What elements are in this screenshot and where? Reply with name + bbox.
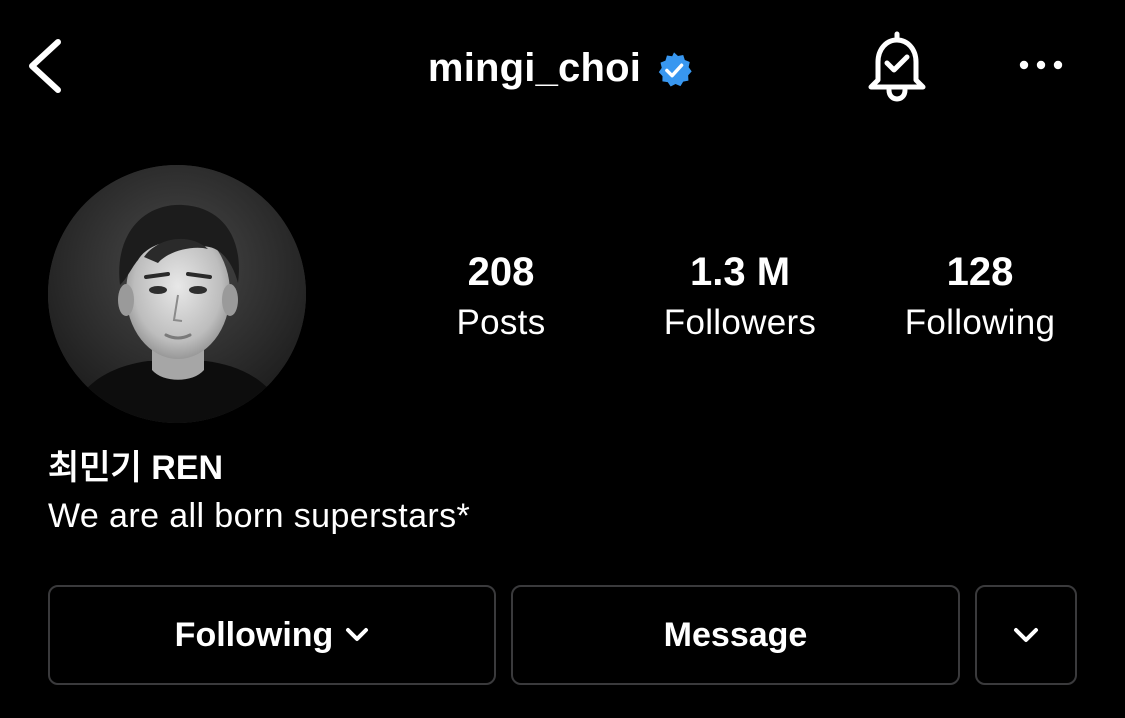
more-options-icon[interactable] — [1012, 50, 1072, 80]
followers-label: Followers — [663, 303, 817, 342]
following-count: 128 — [946, 250, 1014, 294]
posts-count: 208 — [467, 250, 535, 294]
bell-check-icon[interactable] — [864, 30, 930, 102]
stat-following[interactable]: 128 Following — [890, 246, 1070, 348]
chevron-down-icon — [1014, 628, 1038, 642]
profile-header: mingi_choi — [0, 0, 1125, 130]
chevron-down-icon — [346, 628, 369, 641]
verified-badge-icon — [658, 52, 692, 87]
avatar-photo — [48, 165, 306, 423]
following-button[interactable]: Following — [48, 585, 496, 685]
following-button-label: Following — [174, 615, 334, 654]
suggested-accounts-button[interactable] — [975, 585, 1077, 685]
message-button[interactable]: Message — [511, 585, 960, 685]
profile-avatar[interactable] — [48, 165, 306, 423]
message-button-label: Message — [663, 615, 808, 654]
stat-followers[interactable]: 1.3 M Followers — [650, 246, 830, 348]
username-title: mingi_choi — [427, 46, 642, 90]
display-name: 최민기 REN — [48, 449, 224, 487]
followers-count: 1.3 M — [689, 250, 791, 294]
following-label: Following — [904, 303, 1056, 342]
posts-label: Posts — [456, 303, 546, 342]
stat-posts[interactable]: 208 Posts — [425, 246, 577, 348]
title-area: mingi_choi — [0, 40, 1125, 96]
bio-text: We are all born superstars* — [48, 497, 471, 535]
